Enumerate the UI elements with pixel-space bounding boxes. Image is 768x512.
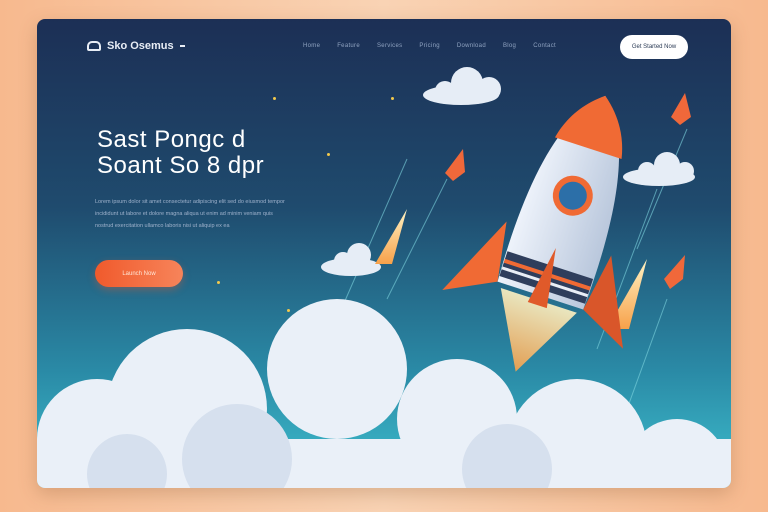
star [287,309,290,312]
hero-description-line: Lorem ipsum dolor sit amet consectetur a… [95,199,285,205]
nav-link-home[interactable]: Home [303,43,320,49]
star [327,153,330,156]
logo-mark-icon [87,41,101,51]
brand-name: Sko Osemus [107,40,174,52]
nav-link-contact[interactable]: Contact [533,43,556,49]
hero-description: Lorem ipsum dolor sit amet consectetur a… [95,196,305,232]
hero-title-line-2: Soant So 8 dpr [97,152,265,179]
logo[interactable]: Sko Osemus [87,40,185,52]
rocket-icon [442,95,623,372]
landing-page: Sko Osemus Home Feature Services Pricing… [37,19,731,488]
logo-dash [179,45,185,47]
nav-link-download[interactable]: Download [457,43,486,49]
hero-title-line-1: Sast Pongc d [97,126,246,153]
nav-link-blog[interactable]: Blog [503,43,516,49]
star [273,97,276,100]
hero-title: Sast Pongc d Soant So 8 dpr [97,127,264,179]
get-started-button[interactable]: Get Started Now [620,35,688,59]
top-nav: Sko Osemus Home Feature Services Pricing… [37,19,731,74]
nav-link-feature[interactable]: Feature [337,43,360,49]
hero-description-line: incididunt ut labore et dolore magna ali… [95,211,273,217]
nav-links: Home Feature Services Pricing Download B… [303,43,556,49]
nav-link-services[interactable]: Services [377,43,402,49]
hero-description-line: nostrud exercitation ullamco laboris nis… [95,223,230,229]
star [217,281,220,284]
launch-button[interactable]: Launch Now [95,260,183,287]
hero-illustration [37,67,731,488]
star [391,97,394,100]
nav-link-pricing[interactable]: Pricing [419,43,439,49]
